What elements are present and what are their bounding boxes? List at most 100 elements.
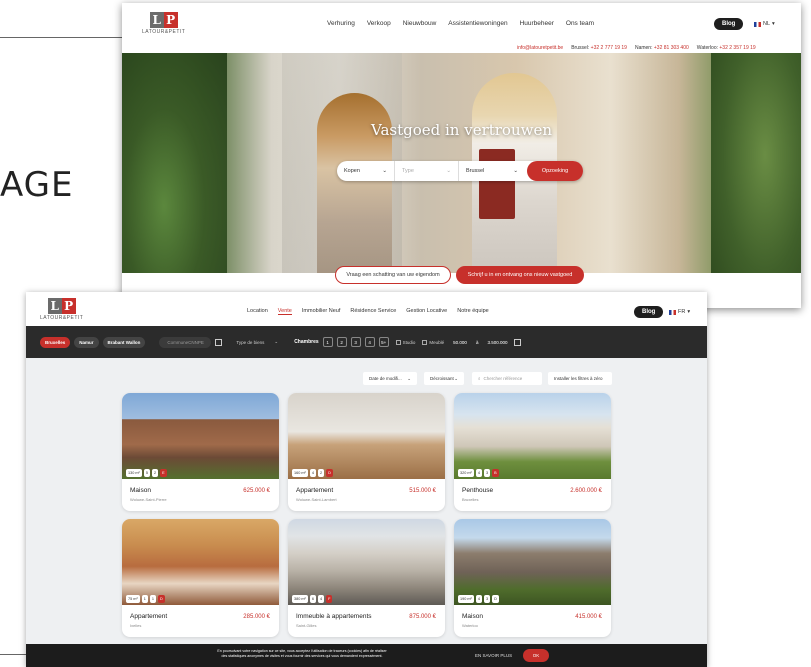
cookie-more-link[interactable]: EN SAVOIR PLUS bbox=[475, 653, 512, 658]
filter-city-bruxelles[interactable]: Bruxelles bbox=[40, 336, 71, 348]
phone-brussel[interactable]: +32 2 777 19 19 bbox=[591, 45, 627, 51]
screenshot-homepage-nl: LP LATOUR&PETIT Verhuring Verkoop Nieuwb… bbox=[122, 3, 801, 308]
listing-card[interactable]: 380 m² 6 4 F Immeuble à appartements Sai… bbox=[288, 519, 445, 637]
phone-namen[interactable]: +32 81 303 400 bbox=[654, 45, 689, 51]
listing-photo bbox=[454, 519, 611, 605]
bathrooms-badge: 4 bbox=[317, 595, 325, 603]
hero-title: Vastgoed in vertrouwen bbox=[370, 121, 553, 139]
listing-price: 285.000 € bbox=[243, 614, 270, 620]
sort-order-select[interactable]: Décroissant ⌄ bbox=[424, 372, 464, 385]
peb-badge: B bbox=[492, 469, 499, 477]
chevron-down-icon: ⌄ bbox=[513, 168, 518, 174]
listing-location: Woluwe-Saint-Lambert bbox=[296, 497, 337, 502]
menu-item-vente[interactable]: Vente bbox=[277, 308, 292, 315]
chevron-down-icon: ⌄ bbox=[274, 339, 279, 344]
contact-email-link[interactable]: info@latouretpetit.be bbox=[517, 45, 563, 51]
bedrooms-badge: 4 bbox=[475, 595, 482, 603]
menu-item-assistentiewoningen[interactable]: Assistentiewoningen bbox=[448, 20, 507, 27]
city-select[interactable]: Brussel ⌄ bbox=[459, 161, 525, 181]
slide: AGE LP LATOUR&PETIT Verhuring Verkoop Ni… bbox=[0, 0, 811, 667]
rooms-option-1[interactable]: 1 bbox=[322, 337, 333, 347]
bedrooms-badge: 1 bbox=[141, 595, 148, 603]
listing-type: Penthouse bbox=[462, 487, 494, 494]
listing-photo bbox=[122, 393, 279, 479]
contact-bar: info@latouretpetit.be Brussel: +32 2 777… bbox=[517, 45, 756, 51]
commune-input[interactable]: Commune CNNPE bbox=[159, 336, 212, 348]
type-select[interactable]: Type ⌄ bbox=[395, 161, 459, 181]
listing-card[interactable]: 320 m² 4 3 B Penthouse Bruxelles 2.600.0… bbox=[454, 393, 611, 511]
rooms-option-3[interactable]: 3 bbox=[350, 337, 361, 347]
listing-card[interactable]: 160 m² 4 2 D Appartement Woluwe-Saint-La… bbox=[288, 393, 445, 511]
listing-price: 515.000 € bbox=[409, 488, 436, 494]
listing-price: 625.000 € bbox=[243, 488, 270, 494]
chevron-down-icon: ⌄ bbox=[454, 375, 458, 381]
area-badge: 380 m² bbox=[292, 595, 308, 603]
listing-type: Maison bbox=[462, 613, 483, 620]
listing-location: Waterloo bbox=[462, 623, 478, 628]
language-selector[interactable]: FR ▾ bbox=[669, 309, 690, 315]
listing-card[interactable]: 75 m² 1 1 D Appartement Ixelles 285.000 … bbox=[122, 519, 279, 637]
main-menu: Location Vente Immobilier Neuf Résidence… bbox=[247, 308, 489, 315]
hero-folder bbox=[479, 149, 515, 219]
menu-item-immobilier-neuf[interactable]: Immobilier Neuf bbox=[302, 308, 341, 315]
listing-type: Immeuble à appartements bbox=[296, 613, 372, 620]
estimate-button[interactable]: Vraag een schatting van uw eigendom bbox=[335, 266, 451, 284]
save-search-icon[interactable] bbox=[514, 338, 522, 346]
area-badge: 320 m² bbox=[458, 469, 474, 477]
chevron-down-icon: ⌄ bbox=[446, 168, 451, 174]
filter-city-brabant[interactable]: Brabant Wallon bbox=[102, 336, 146, 348]
rooms-option-4[interactable]: 4 bbox=[364, 337, 375, 347]
language-selector[interactable]: NL ▾ bbox=[754, 21, 775, 27]
rooms-option-5plus[interactable]: 5+ bbox=[378, 337, 389, 347]
sort-field-select[interactable]: Date de modifi... ⌄ bbox=[363, 372, 417, 385]
menu-item-gestion-locative[interactable]: Gestion Locative bbox=[406, 308, 447, 315]
listing-price: 2.600.000 € bbox=[570, 488, 602, 494]
cookie-ok-button[interactable]: OK bbox=[523, 649, 549, 662]
calendar-icon[interactable] bbox=[215, 338, 223, 346]
menu-item-verkoop[interactable]: Verkoop bbox=[367, 20, 391, 27]
filter-city-namur[interactable]: Namur bbox=[74, 336, 99, 348]
bedrooms-badge: 4 bbox=[309, 469, 316, 477]
meuble-checkbox[interactable]: Meublé bbox=[422, 339, 444, 345]
price-min[interactable]: 50.000 bbox=[453, 340, 467, 345]
studio-checkbox[interactable]: Studio bbox=[395, 339, 415, 345]
menu-item-nieuwbouw[interactable]: Nieuwbouw bbox=[403, 20, 437, 27]
area-badge: 75 m² bbox=[126, 595, 140, 603]
cookie-banner: En poursuivant votre navigation sur ce s… bbox=[26, 644, 707, 667]
brand-logo[interactable]: LP LATOUR&PETIT bbox=[40, 298, 83, 321]
screenshot-listings-fr: LP LATOUR&PETIT Location Vente Immobilie… bbox=[26, 292, 707, 667]
menu-item-residence-service[interactable]: Résidence Service bbox=[350, 308, 396, 315]
listing-photo bbox=[288, 393, 445, 479]
type-select[interactable]: Type de biens bbox=[236, 340, 264, 345]
phone-waterloo[interactable]: +32 2 357 19 19 bbox=[719, 45, 755, 51]
brand-logo[interactable]: LP LATOUR&PETIT bbox=[142, 12, 185, 35]
search-button[interactable]: Opzoeking bbox=[527, 161, 583, 181]
listing-price: 875.000 € bbox=[409, 614, 436, 620]
menu-item-location[interactable]: Location bbox=[247, 308, 268, 315]
flag-icon bbox=[669, 309, 676, 315]
peb-badge: D bbox=[157, 595, 165, 603]
menu-item-ons-team[interactable]: Ons team bbox=[566, 20, 594, 27]
subscribe-button[interactable]: Schrijf u in en ontvang ons nieuw vastgo… bbox=[456, 266, 584, 284]
menu-item-verhuring[interactable]: Verhuring bbox=[327, 20, 355, 27]
reset-filters-button[interactable]: Installer les filtres à zéro bbox=[548, 372, 612, 385]
menu-item-notre-equipe[interactable]: Notre équipe bbox=[457, 308, 489, 315]
listing-card[interactable]: 130 m² 5 2 E Maison Woluwe-Saint-Pierre … bbox=[122, 393, 279, 511]
mode-select[interactable]: Kopen ⌄ bbox=[337, 161, 395, 181]
flag-icon bbox=[754, 21, 761, 27]
reference-search-input[interactable]: ⌕ Chercher référence bbox=[472, 372, 542, 385]
listing-card[interactable]: 190 m² 4 3 D Maison Waterloo 415.000 € bbox=[454, 519, 611, 637]
listing-type: Maison bbox=[130, 487, 151, 494]
chevron-down-icon: ⌄ bbox=[407, 375, 411, 381]
property-search-bar: Kopen ⌄ Type ⌄ Brussel ⌄ Opzoeking bbox=[337, 161, 583, 181]
listing-photo bbox=[122, 519, 279, 605]
menu-item-huurbeheer[interactable]: Huurbeheer bbox=[520, 20, 554, 27]
chevron-down-icon: ▾ bbox=[772, 21, 775, 27]
price-max[interactable]: 3.500.000 bbox=[487, 340, 507, 345]
bathrooms-badge: 3 bbox=[483, 595, 491, 603]
blog-button[interactable]: Blog bbox=[714, 18, 744, 30]
blog-button[interactable]: Blog bbox=[634, 306, 664, 318]
rooms-option-2[interactable]: 2 bbox=[336, 337, 347, 347]
area-badge: 160 m² bbox=[292, 469, 308, 477]
hero-foliage-left bbox=[122, 53, 227, 308]
